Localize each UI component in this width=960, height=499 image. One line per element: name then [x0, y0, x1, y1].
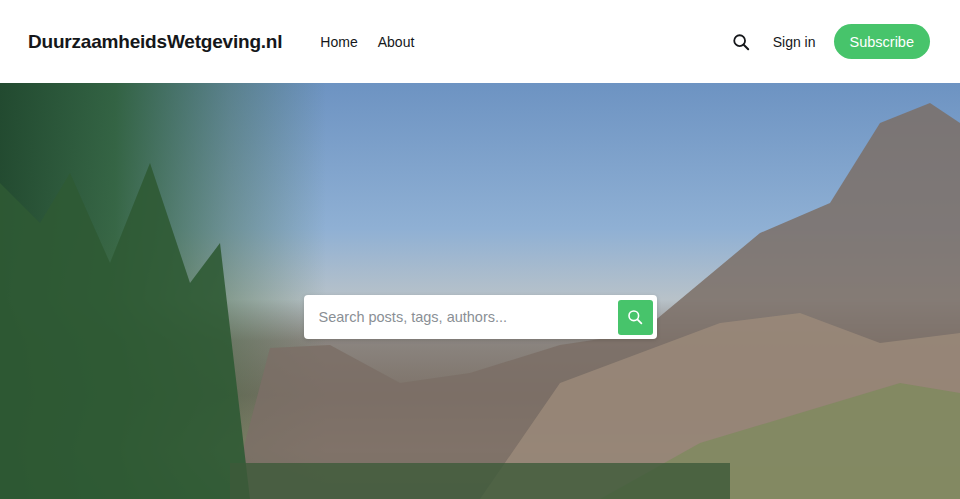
- main-nav: Home About: [320, 34, 414, 50]
- search-input[interactable]: [317, 308, 618, 326]
- search-submit-button[interactable]: [618, 300, 653, 335]
- hero-image: [0, 83, 960, 499]
- header-actions: Sign in Subscribe: [731, 24, 930, 59]
- nav-link[interactable]: About: [378, 34, 415, 50]
- search-icon[interactable]: [731, 32, 751, 52]
- hero-search: [304, 295, 657, 339]
- search-icon: [627, 309, 643, 325]
- site-header: DuurzaamheidsWetgeving.nl Home About Sign i…: [0, 0, 960, 83]
- site-logo[interactable]: DuurzaamheidsWetgeving.nl: [28, 31, 282, 53]
- subscribe-button[interactable]: Subscribe: [834, 24, 930, 59]
- sign-in-link[interactable]: Sign in: [773, 34, 816, 50]
- mountain-backdrop: [0, 83, 960, 499]
- nav-link[interactable]: Home: [320, 34, 357, 50]
